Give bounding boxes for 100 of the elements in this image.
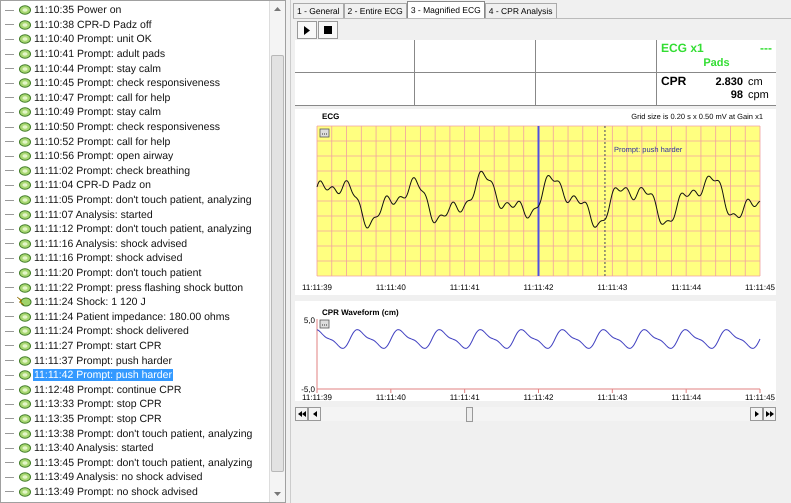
event-bubble-icon bbox=[16, 266, 32, 279]
time-axis-label: 11:11:43 bbox=[597, 283, 628, 292]
depth-value: 2.830 bbox=[715, 76, 743, 88]
event-bubble-icon bbox=[16, 121, 32, 134]
heart-rate-value: --- bbox=[760, 41, 772, 55]
event-bubble-icon bbox=[16, 428, 32, 440]
rewind-button[interactable] bbox=[295, 407, 308, 421]
stop-icon bbox=[324, 26, 332, 34]
scroll-up-icon[interactable] bbox=[274, 7, 281, 11]
time-scrollbar[interactable] bbox=[321, 407, 750, 421]
double-left-arrow-icon bbox=[298, 411, 306, 417]
event-bubble-icon bbox=[16, 164, 32, 177]
fast-forward-button[interactable] bbox=[763, 407, 776, 421]
menu-icon[interactable] bbox=[320, 128, 330, 138]
event-bubble-icon bbox=[16, 325, 32, 338]
event-list-item[interactable]: 11:10:38 CPR-D Padz off bbox=[33, 18, 153, 31]
event-list-item[interactable]: 11:13:35 Prompt: stop CPR bbox=[33, 412, 163, 425]
time-axis-label: 11:11:41 bbox=[450, 393, 480, 401]
event-list-item[interactable]: 11:11:05 Prompt: don't touch patient, analyzing bbox=[33, 194, 253, 206]
step-back-button[interactable] bbox=[308, 407, 321, 421]
event-list-item[interactable]: 11:10:49 Prompt: stay calm bbox=[33, 106, 162, 118]
time-axis-label: 11:11:42 bbox=[524, 393, 554, 401]
scrollbar-thumb[interactable] bbox=[271, 55, 284, 472]
event-bubble-icon bbox=[16, 106, 32, 118]
event-list-item[interactable]: 11:10:35 Power on bbox=[33, 4, 122, 16]
event-list-item[interactable]: 11:11:24 Prompt: shock delivered bbox=[33, 325, 190, 338]
event-bubble-icon bbox=[16, 398, 32, 410]
event-list-item[interactable]: 11:13:45 Prompt: don't touch patient, analyzing bbox=[33, 456, 254, 469]
rate-unit: cpm bbox=[748, 89, 770, 101]
time-axis-label: 11:11:45 bbox=[745, 393, 775, 401]
scroll-down-icon[interactable] bbox=[274, 492, 281, 496]
time-axis-label: 11:11:44 bbox=[671, 283, 702, 292]
event-bubble-icon bbox=[16, 136, 32, 148]
event-bubble-icon bbox=[16, 471, 32, 484]
event-list-item[interactable]: 11:10:47 Prompt: call for help bbox=[33, 92, 172, 104]
event-list-item[interactable]: 11:13:40 Analysis: started bbox=[33, 442, 154, 454]
event-list-item[interactable]: 11:11:16 Analysis: shock advised bbox=[33, 238, 188, 250]
event-bubble-icon bbox=[16, 238, 32, 250]
lightning-bolt-icon bbox=[16, 296, 32, 308]
event-list-item[interactable]: 11:11:27 Prompt: start CPR bbox=[33, 340, 162, 352]
event-list-item[interactable]: 11:10:40 Prompt: unit OK bbox=[33, 33, 153, 46]
y-axis-label: -5,0 bbox=[301, 385, 315, 394]
event-list-item[interactable]: 11:11:24 Shock: 1 120 J bbox=[33, 296, 147, 308]
event-list-item[interactable]: 11:10:41 Prompt: adult pads bbox=[33, 48, 166, 60]
time-axis-label: 11:11:42 bbox=[524, 283, 554, 292]
event-bubble-icon bbox=[16, 150, 32, 162]
depth-unit: cm bbox=[748, 76, 764, 88]
event-bubble-icon bbox=[16, 310, 32, 323]
rate-value: 98 bbox=[730, 89, 743, 101]
event-bubble-icon bbox=[16, 48, 32, 60]
event-list-item[interactable]: 11:13:38 Prompt: don't touch patient, analyzing bbox=[33, 428, 254, 440]
event-list-item[interactable]: 11:11:20 Prompt: don't touch patient bbox=[33, 266, 202, 279]
event-bubble-icon bbox=[16, 369, 32, 382]
event-bubble-icon bbox=[16, 77, 32, 90]
tab[interactable]: 1 - General bbox=[293, 3, 344, 18]
event-list-item[interactable]: 11:10:56 Prompt: open airway bbox=[33, 150, 174, 162]
event-list-item[interactable]: 11:11:24 Patient impedance: 180.00 ohms bbox=[33, 310, 231, 323]
event-list-item[interactable]: 11:12:48 Prompt: continue CPR bbox=[33, 384, 182, 396]
event-list-item[interactable]: 11:11:16 Prompt: shock advised bbox=[33, 252, 184, 264]
event-list-item[interactable]: 11:11:12 Prompt: don't touch patient, analyzing bbox=[33, 223, 253, 236]
event-bubble-icon bbox=[16, 442, 32, 454]
event-list-item[interactable]: 11:10:44 Prompt: stay calm bbox=[33, 62, 162, 75]
event-list-item[interactable]: 11:11:02 Prompt: check breathing bbox=[33, 164, 192, 177]
time-axis-label: 11:11:39 bbox=[302, 283, 332, 292]
menu-icon[interactable] bbox=[320, 320, 330, 328]
event-list-item[interactable]: 11:11:22 Prompt: press flashing shock button bbox=[33, 282, 244, 294]
event-list-item[interactable]: 11:11:07 Analysis: started bbox=[33, 208, 154, 221]
stop-button[interactable] bbox=[318, 21, 338, 39]
event-bubble-icon bbox=[16, 194, 32, 206]
event-bubble-icon bbox=[16, 384, 32, 396]
chart-title: ECG bbox=[322, 112, 340, 121]
event-bubble-icon bbox=[16, 223, 32, 236]
event-list-item[interactable]: 11:13:49 Analysis: no shock advised bbox=[33, 471, 204, 484]
left-arrow-icon bbox=[312, 411, 316, 417]
event-bubble-icon bbox=[16, 208, 32, 221]
event-bubble-icon bbox=[16, 486, 32, 498]
event-bubble-icon bbox=[16, 62, 32, 75]
event-list-item[interactable]: 11:11:04 CPR-D Padz on bbox=[33, 179, 152, 192]
play-button[interactable] bbox=[297, 21, 317, 39]
event-list-item[interactable]: 11:10:50 Prompt: check responsiveness bbox=[33, 121, 221, 134]
time-axis-label: 11:11:40 bbox=[376, 393, 406, 401]
time-axis-label: 11:11:41 bbox=[450, 283, 480, 292]
time-axis-label: 11:11:43 bbox=[597, 393, 628, 401]
event-bubble-icon bbox=[16, 282, 32, 294]
event-bubble-icon bbox=[16, 252, 32, 264]
tab[interactable]: 2 - Entire ECG bbox=[344, 3, 407, 18]
event-bubble-icon bbox=[16, 18, 32, 31]
tab[interactable]: 3 - Magnified ECG bbox=[406, 1, 485, 18]
tab[interactable]: 4 - CPR Analysis bbox=[484, 3, 557, 18]
chart-title: CPR Waveform (cm) bbox=[322, 308, 399, 317]
event-list-item[interactable]: 11:11:37 Prompt: push harder bbox=[33, 354, 173, 367]
cpr-label: CPR bbox=[661, 74, 686, 88]
event-list-item[interactable]: 11:10:52 Prompt: call for help bbox=[33, 136, 172, 148]
step-forward-button[interactable] bbox=[750, 407, 763, 421]
event-list-item[interactable]: 11:13:49 Prompt: no shock advised bbox=[33, 486, 199, 498]
event-list-item[interactable]: 11:10:45 Prompt: check responsiveness bbox=[33, 77, 221, 90]
time-axis-label: 11:11:39 bbox=[302, 393, 332, 401]
time-axis-label: 11:11:44 bbox=[671, 393, 702, 401]
event-bubble-icon bbox=[16, 33, 32, 46]
event-list-item[interactable]: 11:13:33 Prompt: stop CPR bbox=[33, 398, 163, 410]
